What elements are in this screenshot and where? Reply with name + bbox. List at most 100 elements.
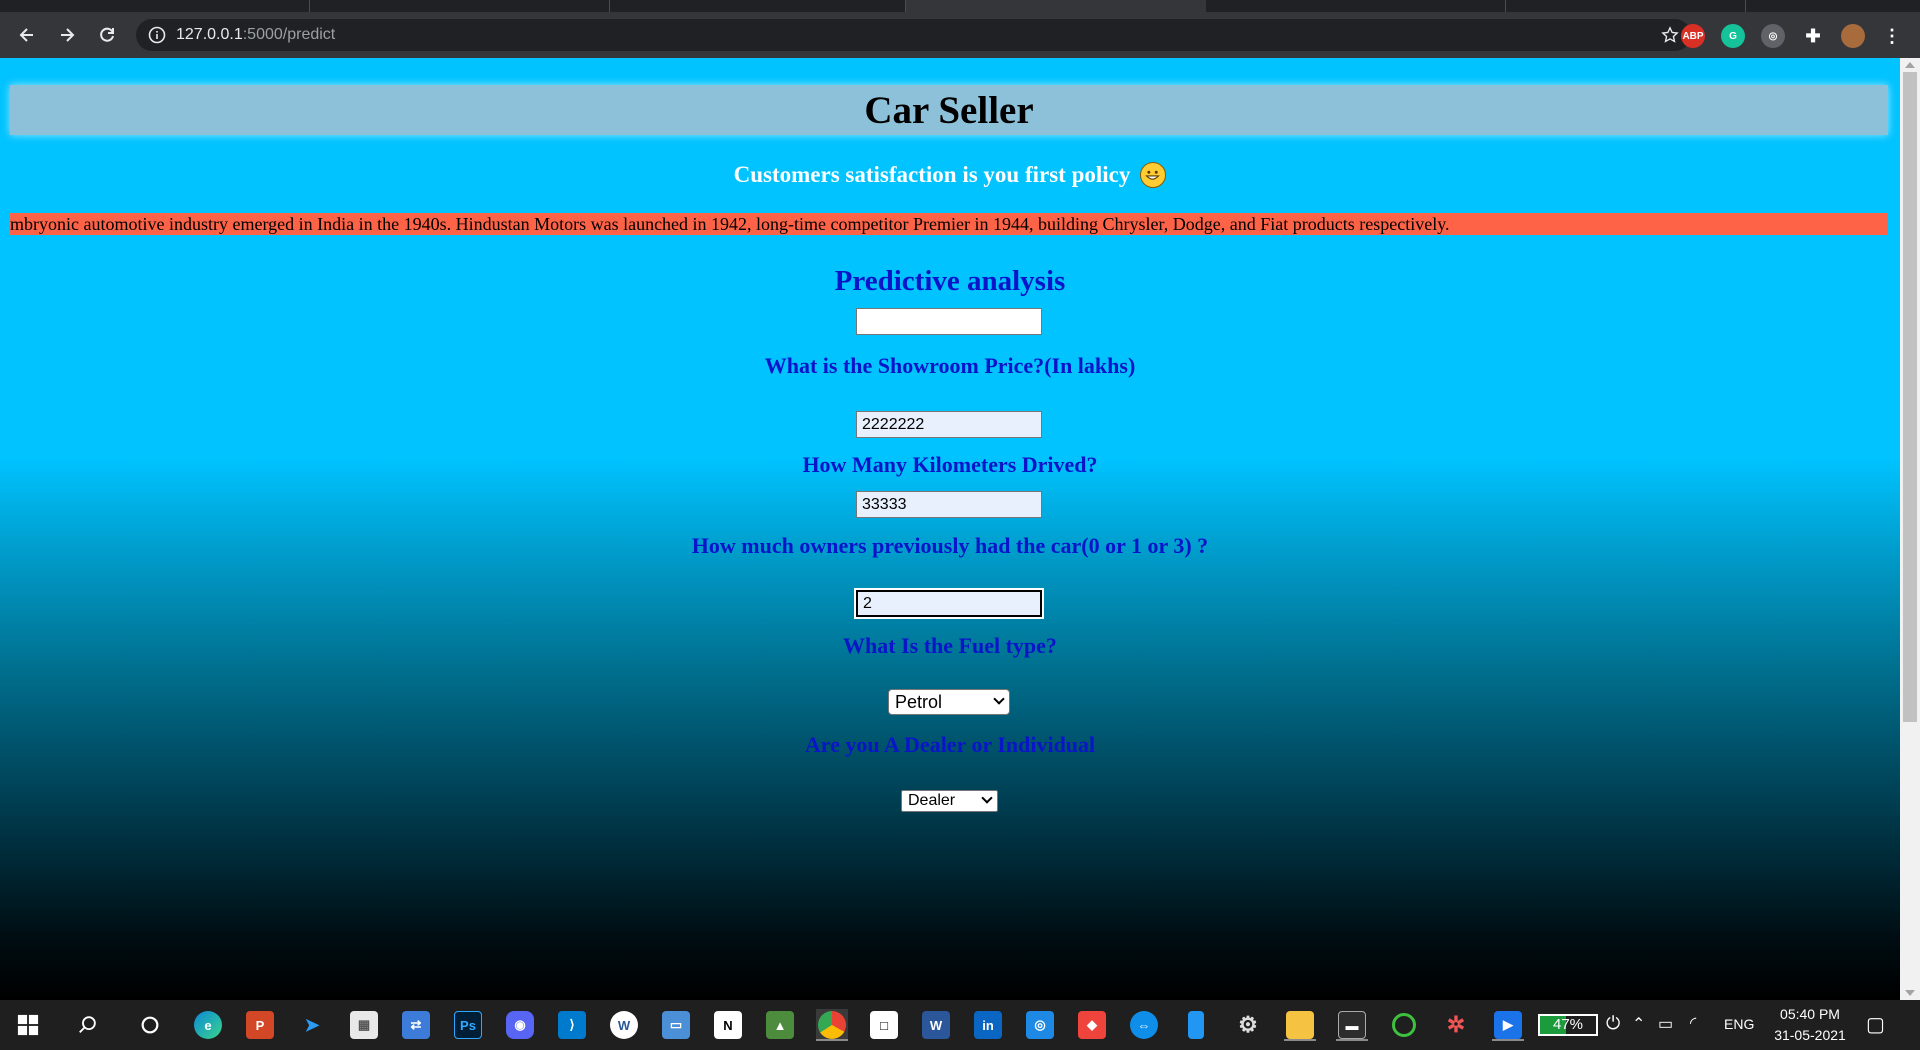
url-text[interactable]: 127.0.0.1:5000/predict (176, 26, 335, 44)
photoshop-icon: Ps (454, 1011, 482, 1039)
taskbar-app[interactable]: N (712, 1009, 744, 1041)
language-indicator[interactable]: ENG (1724, 1016, 1754, 1032)
taskbar-app[interactable]: ▲ (764, 1009, 796, 1041)
power-plug-icon[interactable]: ⏻ (1606, 1013, 1620, 1034)
fuel-type-select[interactable]: Petrol (888, 689, 1010, 715)
battery-indicator[interactable]: 47% (1538, 1014, 1598, 1036)
tab[interactable] (1506, 0, 1746, 12)
owners-label: How much owners previously had the car(0… (691, 533, 1209, 558)
browser-toolbar: 127.0.0.1:5000/predict ABP G ◎ ✚ ⋮ (0, 12, 1920, 58)
start-button[interactable] (12, 1009, 44, 1041)
tab[interactable] (310, 0, 610, 12)
files-icon (1188, 1011, 1204, 1039)
marquee-text: mbryonic automotive industry emerged in … (10, 214, 1450, 234)
taskbar-app[interactable]: ▦ (348, 1009, 380, 1041)
scroll-thumb[interactable] (1903, 72, 1917, 722)
adblock-extension-icon[interactable]: ABP (1681, 24, 1705, 48)
grammarly-extension-icon[interactable]: G (1721, 24, 1745, 48)
taskbar-app[interactable]: ◎ (1024, 1009, 1056, 1041)
taskbar-app[interactable]: ⚙ (1232, 1009, 1264, 1041)
taskbar-app[interactable]: P (244, 1009, 276, 1041)
taskbar-app[interactable]: □ (868, 1009, 900, 1041)
taskbar-app[interactable]: ⇔ (1128, 1009, 1160, 1041)
clock-time[interactable]: 05:40 PM (1770, 1006, 1850, 1022)
site-info-icon[interactable] (148, 26, 166, 44)
wps-icon: W (610, 1011, 638, 1039)
network-icon: ✲ (1446, 1012, 1466, 1037)
linkedin-icon: in (974, 1011, 1002, 1039)
address-bar[interactable]: 127.0.0.1:5000/predict (136, 19, 1691, 51)
taskbar-app[interactable]: ✲ (1440, 1009, 1472, 1041)
cortana-button[interactable] (134, 1009, 166, 1041)
taskbar-app-active[interactable] (816, 1009, 848, 1041)
showroom-price-input[interactable] (856, 411, 1042, 438)
page-title: Car Seller (864, 88, 1034, 132)
taskbar-app[interactable]: ▭ (660, 1009, 692, 1041)
tab[interactable] (1206, 0, 1506, 12)
extension-icon[interactable]: ◎ (1761, 24, 1785, 48)
taskbar-app[interactable]: Ps (452, 1009, 484, 1041)
battery-tray-icon[interactable]: ▭ (1658, 1014, 1673, 1034)
wifi-icon[interactable]: ◜ (1690, 1013, 1696, 1033)
chevron-down-icon (981, 792, 993, 804)
clock-date[interactable]: 31-05-2021 (1770, 1027, 1850, 1043)
seller-type-selected: Dealer (908, 792, 956, 809)
app-icon: ▭ (662, 1011, 690, 1039)
taskbar-app[interactable]: ▶ (1492, 1009, 1524, 1041)
taskbar-app[interactable]: ⇄ (400, 1009, 432, 1041)
store-icon: ▦ (350, 1011, 378, 1039)
taskbar-app[interactable] (1388, 1009, 1420, 1041)
chevron-up-icon[interactable]: ⌃ (1632, 1014, 1645, 1034)
taskbar: e P ➤ ▦ ⇄ Ps ◉ ⟩ W ▭ N ▲ □ W in ◎ ◆ ⇔ ⚙ … (0, 1000, 1920, 1050)
media-player-icon: ▶ (1494, 1011, 1522, 1039)
back-arrow-icon (19, 28, 33, 42)
taskbar-app[interactable]: ➤ (296, 1009, 328, 1041)
taskbar-app[interactable]: W (920, 1009, 952, 1041)
tab-active[interactable] (906, 0, 1206, 12)
taskbar-search-button[interactable] (72, 1009, 104, 1041)
forward-button[interactable] (52, 20, 82, 50)
fuel-type-label: What Is the Fuel type? (843, 633, 1057, 658)
taskbar-app[interactable]: ⟩ (556, 1009, 588, 1041)
scroll-up-arrow-icon[interactable] (1905, 62, 1915, 68)
reload-icon (100, 27, 114, 42)
tab[interactable] (610, 0, 906, 12)
bookmark-star-icon[interactable] (1661, 26, 1679, 44)
scroll-down-arrow-icon[interactable] (1905, 990, 1915, 996)
header-bar: Car Seller (10, 85, 1888, 135)
sync-icon (1392, 1013, 1416, 1037)
powerpoint-icon: P (246, 1011, 274, 1039)
seller-type-label: Are you A Dealer or Individual (804, 732, 1096, 757)
reload-button[interactable] (92, 20, 122, 50)
url-host: 127.0.0.1 (176, 26, 243, 43)
extensions-puzzle-icon[interactable]: ✚ (1801, 24, 1825, 48)
year-input[interactable] (856, 308, 1042, 335)
chevron-down-icon (993, 693, 1005, 705)
profile-avatar[interactable] (1841, 24, 1865, 48)
taskbar-app[interactable]: ▬ (1336, 1009, 1368, 1041)
back-button[interactable] (12, 20, 42, 50)
taskbar-app[interactable]: ◆ (1076, 1009, 1108, 1041)
forward-arrow-icon (61, 28, 75, 42)
tab-strip (0, 0, 1920, 12)
taskbar-app[interactable]: W (608, 1009, 640, 1041)
vertical-scrollbar[interactable] (1900, 58, 1920, 1000)
taskbar-app[interactable]: e (192, 1009, 224, 1041)
vscode-icon: ⟩ (558, 1011, 586, 1039)
owners-input[interactable] (854, 588, 1044, 619)
chrome-icon (818, 1011, 846, 1039)
seller-type-select[interactable]: Dealer (901, 790, 998, 812)
word-icon: W (922, 1011, 950, 1039)
menu-kebab-icon[interactable]: ⋮ (1880, 24, 1904, 48)
taskbar-app[interactable] (1284, 1009, 1316, 1041)
taskbar-app[interactable] (1180, 1009, 1212, 1041)
notifications-icon[interactable]: ▢ (1866, 1012, 1885, 1037)
taskbar-app[interactable]: in (972, 1009, 1004, 1041)
kilometers-input[interactable] (856, 491, 1042, 518)
taskbar-app[interactable]: ◉ (504, 1009, 536, 1041)
tagline: Customers satisfaction is you first poli… (0, 162, 1900, 188)
news-marquee: mbryonic automotive industry emerged in … (10, 213, 1888, 235)
showroom-price-label: What is the Showroom Price?(In lakhs) (764, 353, 1136, 378)
settings-icon: ⚙ (1238, 1012, 1258, 1037)
tab[interactable] (0, 0, 310, 12)
